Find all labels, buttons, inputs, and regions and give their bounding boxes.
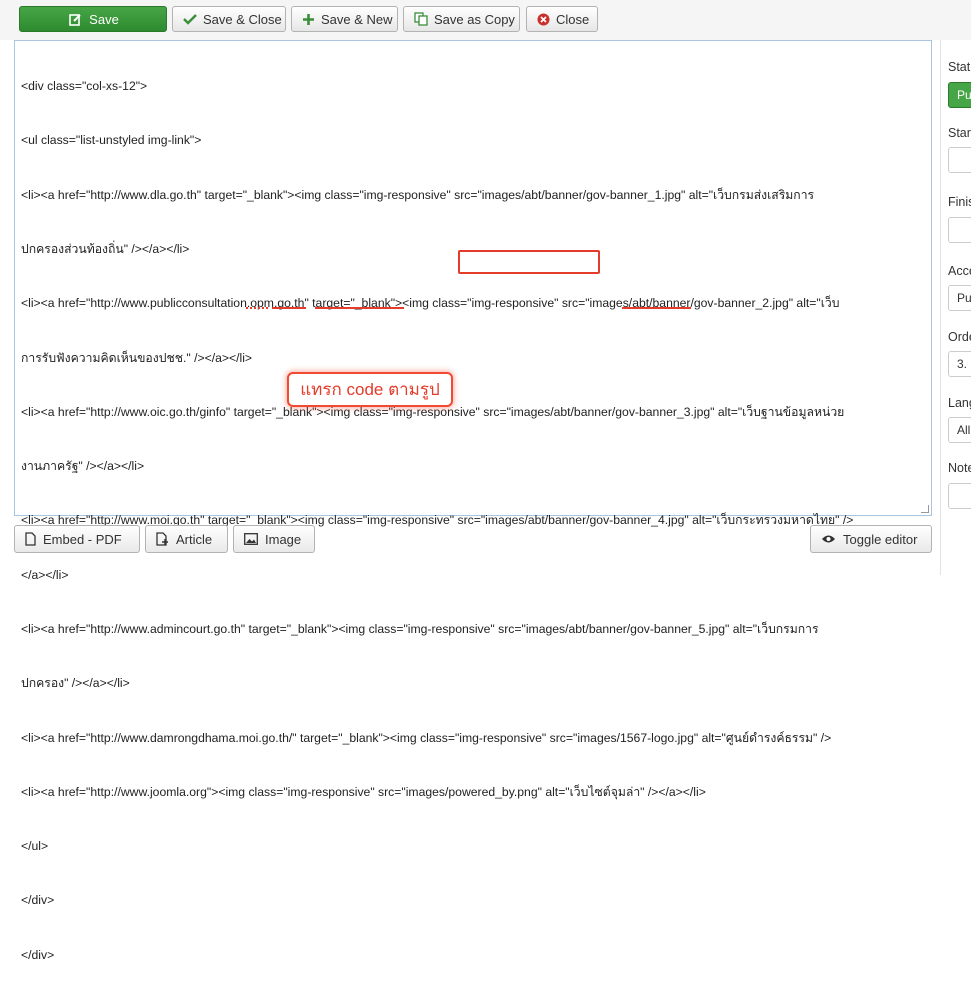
status-label: Stat — [948, 60, 971, 74]
ordering-select[interactable]: 3. — [948, 351, 971, 377]
save-close-button[interactable]: Save & Close — [172, 6, 286, 32]
spellcheck-underline — [246, 306, 268, 309]
access-label: Acce — [948, 264, 971, 278]
plus-icon — [302, 11, 315, 27]
underline-class — [272, 307, 306, 309]
copy-icon — [414, 11, 428, 27]
annotation-callout: แทรก code ตามรูป — [287, 372, 453, 407]
code-line: <li><a href="http://www.damrongdhama.moi… — [21, 730, 832, 745]
underline-alt-text — [622, 307, 691, 309]
code-line: <ul class="list-unstyled img-link"> — [21, 133, 202, 148]
ordering-label: Orde — [948, 330, 971, 344]
code-line: <li><a href="http://www.admincourt.go.th… — [21, 622, 819, 636]
edit-icon — [67, 11, 83, 27]
resize-handle[interactable] — [921, 505, 929, 513]
code-line: </div> — [21, 947, 55, 962]
eye-icon — [821, 534, 836, 544]
options-sidebar: Stat Pu Star Finis Acce Pu Orde 3. Lang … — [940, 40, 971, 575]
file-add-icon — [156, 532, 169, 546]
start-publishing-label: Star — [948, 126, 971, 140]
code-line: <li><a href="http://www.oic.go.th/ginfo"… — [21, 404, 845, 419]
code-editor[interactable]: <div class="col-xs-12"> <ul class="list-… — [14, 40, 932, 962]
code-line: </div> — [21, 893, 55, 908]
toolbar: Save Save & Close Save & New Save as Cop… — [0, 0, 971, 40]
check-icon — [183, 11, 197, 27]
image-button[interactable]: Image — [233, 525, 315, 553]
underline-img-responsive — [315, 307, 404, 309]
code-line: <li><a href="http://www.joomla.org"><img… — [21, 784, 706, 799]
code-content[interactable]: <div class="col-xs-12"> <ul class="list-… — [21, 41, 925, 1000]
start-publishing-input[interactable] — [948, 147, 971, 173]
file-icon — [25, 532, 36, 546]
note-label: Note — [948, 461, 971, 475]
toggle-editor-button[interactable]: Toggle editor — [810, 525, 932, 553]
code-line: </ul> — [21, 839, 49, 854]
article-button[interactable]: Article — [145, 525, 228, 553]
note-input[interactable] — [948, 483, 971, 509]
close-icon — [537, 11, 550, 27]
code-line: ปกครอง" /></a></li> — [21, 676, 130, 691]
save-as-copy-button[interactable]: Save as Copy — [403, 6, 520, 32]
code-line: <li><a href="http://www.publicconsultati… — [21, 296, 840, 311]
code-line: <div class="col-xs-12"> — [21, 79, 148, 94]
code-line: การรับฟังความคิดเห็นของปชช." /></a></li> — [21, 350, 253, 365]
save-new-button[interactable]: Save & New — [291, 6, 398, 32]
language-label: Lang — [948, 396, 971, 410]
code-line: งานภาครัฐ" /></a></li> — [21, 459, 145, 474]
picture-icon — [244, 533, 258, 545]
close-button[interactable]: Close — [526, 6, 598, 32]
code-line: <li><a href="http://www.dla.go.th" targe… — [21, 187, 815, 202]
embed-pdf-button[interactable]: Embed - PDF — [14, 525, 140, 553]
finish-publishing-label: Finis — [948, 195, 971, 209]
access-select[interactable]: Pu — [948, 285, 971, 311]
language-select[interactable]: All — [948, 417, 971, 443]
status-select[interactable]: Pu — [948, 82, 971, 108]
finish-publishing-input[interactable] — [948, 217, 971, 243]
save-button[interactable]: Save — [19, 6, 167, 32]
highlight-box — [458, 250, 600, 274]
